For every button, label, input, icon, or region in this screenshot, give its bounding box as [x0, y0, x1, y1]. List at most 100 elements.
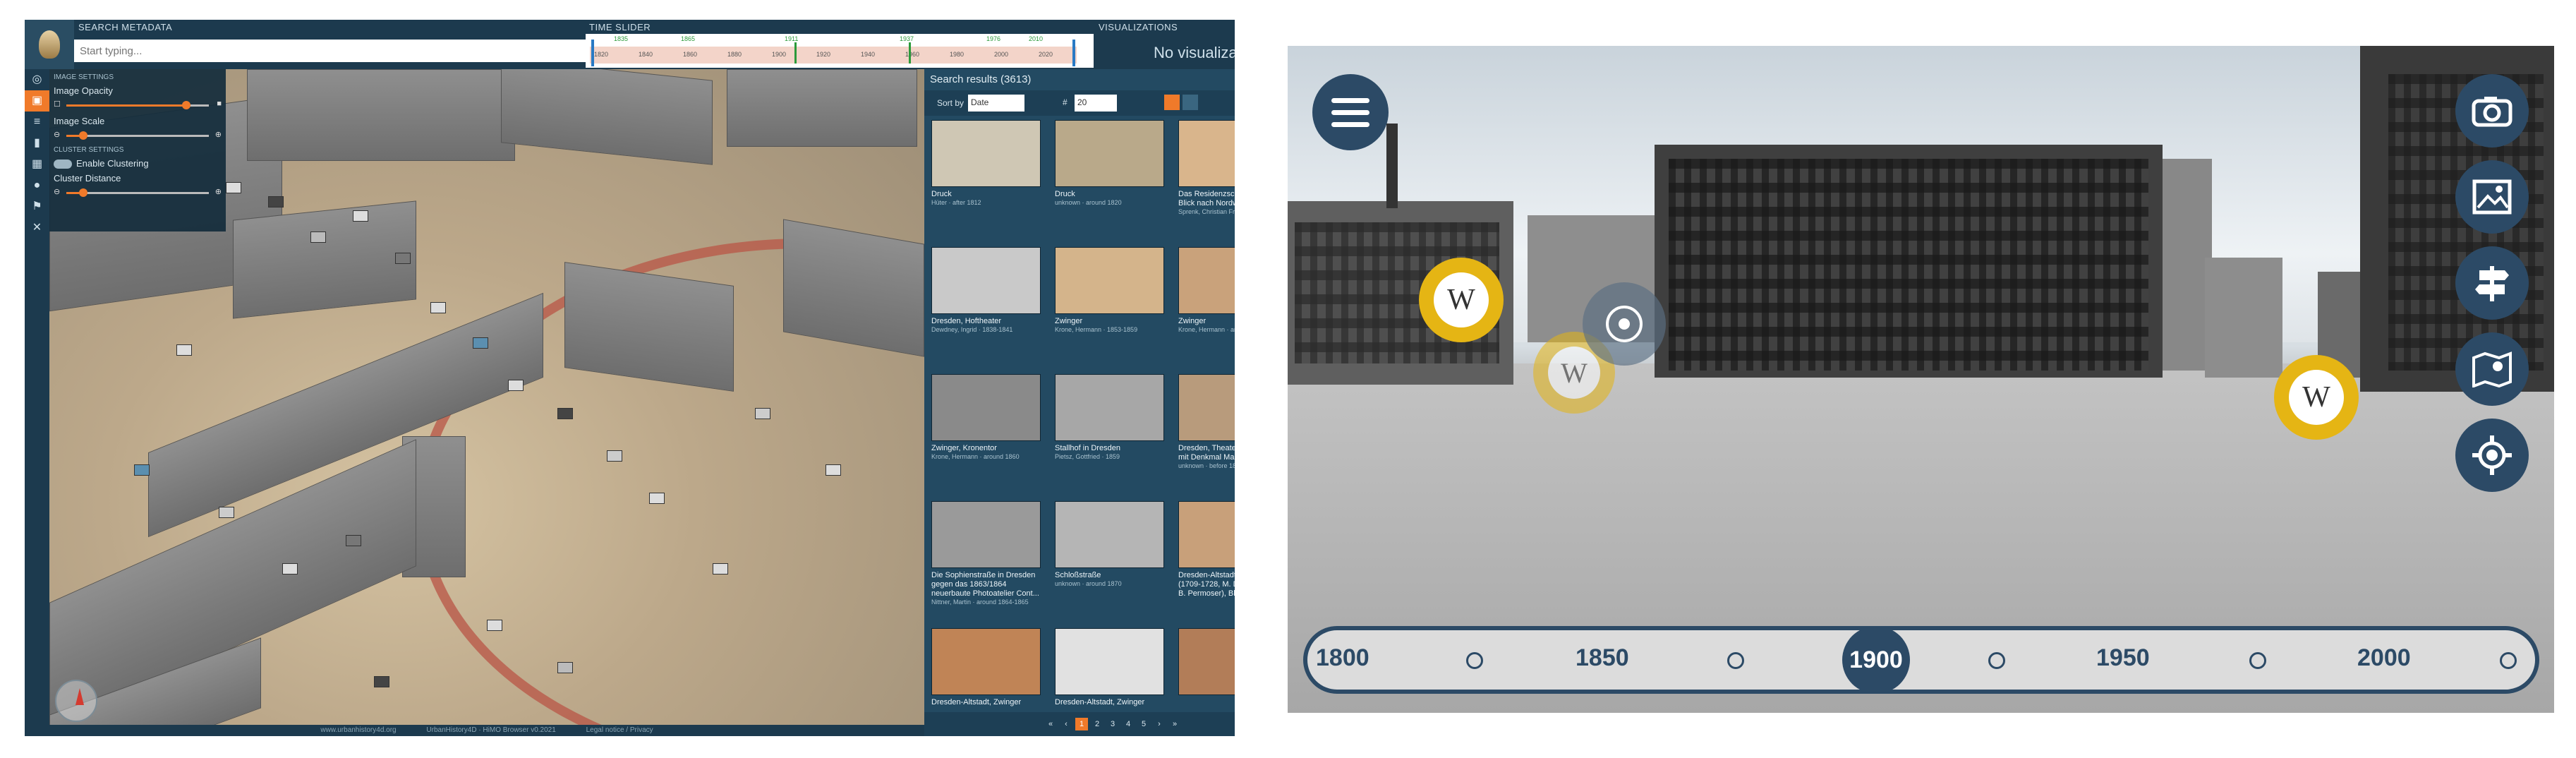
clustering-toggle[interactable] — [54, 160, 72, 169]
photo-marker[interactable] — [713, 563, 728, 574]
sort-select[interactable]: Date — [968, 95, 1024, 112]
timeline-year[interactable]: 2000 — [2357, 644, 2411, 672]
photo-marker[interactable] — [508, 380, 524, 391]
result-thumbnail[interactable] — [1055, 374, 1164, 441]
slider-knob[interactable] — [79, 131, 87, 140]
photo-marker[interactable] — [219, 507, 234, 518]
result-thumbnail[interactable] — [1178, 120, 1235, 187]
photo-marker[interactable] — [473, 337, 488, 349]
result-thumbnail[interactable] — [1055, 120, 1164, 187]
photo-marker[interactable] — [607, 450, 622, 462]
signpost-button[interactable] — [2455, 246, 2529, 320]
photo-marker[interactable] — [649, 493, 665, 504]
compass-tool-icon[interactable]: ◎ — [25, 69, 49, 90]
page-button[interactable]: « — [1044, 718, 1057, 730]
photo-marker[interactable] — [353, 210, 368, 222]
page-button[interactable]: 5 — [1137, 718, 1150, 730]
slider-knob[interactable] — [79, 188, 87, 198]
results-count-select[interactable]: 20 — [1075, 95, 1117, 112]
result-thumbnail[interactable] — [1055, 628, 1164, 695]
result-thumbnail[interactable] — [1178, 628, 1235, 695]
page-button[interactable]: 2 — [1091, 718, 1103, 730]
locate-button[interactable] — [2455, 419, 2529, 492]
pin-tool-icon[interactable]: ● — [25, 175, 49, 196]
result-card[interactable]: ZwingerKrone, Hermann · around — [1178, 247, 1235, 374]
menu-button[interactable] — [1312, 74, 1389, 150]
result-thumbnail[interactable] — [931, 374, 1041, 441]
result-thumbnail[interactable] — [1178, 501, 1235, 568]
layers-tool-icon[interactable]: ≡ — [25, 112, 49, 133]
photo-marker[interactable] — [755, 408, 770, 419]
result-card[interactable]: Dresden, Theaterplatz Bellevue mit Denkm… — [1178, 374, 1235, 501]
photo-marker[interactable] — [226, 182, 241, 193]
photo-marker[interactable] — [557, 408, 573, 419]
result-card[interactable]: Druck unknown · around 1820 — [1055, 120, 1168, 247]
3d-city-view[interactable]: IMAGE SETTINGS Image Opacity ☐ ■ Image S… — [49, 69, 924, 736]
list-view-button[interactable] — [1183, 95, 1198, 110]
footer-link[interactable]: Legal notice / Privacy — [586, 726, 653, 734]
compass-widget[interactable] — [55, 680, 97, 722]
location-target-marker[interactable] — [1583, 282, 1666, 366]
result-thumbnail[interactable] — [931, 628, 1041, 695]
page-button[interactable]: › — [1153, 718, 1166, 730]
result-card[interactable]: Zwinger Krone, Hermann · 1853-1859 — [1055, 247, 1168, 374]
result-thumbnail[interactable] — [1178, 247, 1235, 314]
chart-tool-icon[interactable]: ▮ — [25, 133, 49, 154]
result-card[interactable]: Zwinger, Kronentor Krone, Hermann · aroun… — [931, 374, 1044, 501]
result-thumbnail[interactable] — [1055, 501, 1164, 568]
photo-marker[interactable] — [826, 464, 841, 476]
result-thumbnail[interactable] — [1055, 247, 1164, 314]
page-button[interactable]: 3 — [1106, 718, 1119, 730]
image-opacity-slider[interactable]: ☐ ■ — [54, 99, 222, 112]
grid-view-button[interactable] — [1164, 95, 1180, 110]
slider-handle-end[interactable] — [1072, 40, 1075, 66]
image-button[interactable] — [2455, 160, 2529, 234]
page-button[interactable]: 1 — [1075, 718, 1088, 730]
result-card[interactable]: Dresden-Altstadt, Zwinger (1709-1728, M.… — [1178, 501, 1235, 628]
wikipedia-marker[interactable]: W — [2274, 355, 2359, 440]
map-tool-icon[interactable]: ▦ — [25, 154, 49, 175]
year-timeline[interactable]: 1800 1850 1900 1950 2000 — [1303, 626, 2539, 694]
image-tool-icon[interactable]: ▣ — [25, 90, 49, 112]
photo-marker[interactable] — [176, 344, 192, 356]
page-button[interactable]: 4 — [1122, 718, 1135, 730]
result-card[interactable]: Druck Hüter · after 1812 — [931, 120, 1044, 247]
timeline-active-year[interactable]: 1900 — [1842, 626, 1910, 694]
app-logo[interactable] — [25, 20, 74, 69]
result-card[interactable]: Das Residenzschloss Dresden, Blick nach … — [1178, 120, 1235, 247]
timeline-year[interactable]: 1850 — [1576, 644, 1629, 672]
photo-marker[interactable] — [134, 464, 150, 476]
page-button[interactable]: ‹ — [1060, 718, 1072, 730]
mobile-street-view[interactable]: W W W 1800 1850 1900 1950 2000 — [1288, 46, 2554, 713]
footer-link[interactable]: www.urbanhistory4d.org — [320, 726, 396, 734]
timeline-step[interactable] — [1466, 652, 1483, 669]
photo-marker[interactable] — [374, 676, 389, 687]
slider-knob[interactable] — [182, 101, 191, 109]
timeline-step[interactable] — [2249, 652, 2266, 669]
timeline-year[interactable]: 1800 — [1316, 644, 1369, 672]
map-button[interactable] — [2455, 332, 2529, 406]
result-card[interactable]: Schloßstraße unknown · around 1870 — [1055, 501, 1168, 628]
photo-marker[interactable] — [268, 196, 284, 207]
photo-marker[interactable] — [430, 302, 446, 313]
time-slider[interactable]: 1820 1840 1860 1880 1900 1920 1940 1960 … — [586, 34, 1094, 68]
wikipedia-marker[interactable]: W — [1419, 258, 1504, 342]
photo-marker[interactable] — [282, 563, 298, 574]
camera-button[interactable] — [2455, 74, 2529, 148]
timeline-step[interactable] — [2500, 652, 2517, 669]
result-thumbnail[interactable] — [931, 120, 1041, 187]
photo-marker[interactable] — [395, 253, 411, 264]
result-card[interactable]: Die Sophienstraße in Dresden gegen das 1… — [931, 501, 1044, 628]
cluster-distance-slider[interactable]: ⊖ ⊕ — [54, 186, 222, 199]
photo-marker[interactable] — [346, 535, 361, 546]
settings-tool-icon[interactable]: ✕ — [25, 217, 49, 239]
image-scale-slider[interactable]: ⊖ ⊕ — [54, 129, 222, 142]
search-input[interactable] — [74, 40, 600, 62]
photo-marker[interactable] — [487, 620, 502, 631]
timeline-step[interactable] — [1727, 652, 1744, 669]
slider-handle-start[interactable] — [591, 40, 594, 66]
timeline-step[interactable] — [1988, 652, 2005, 669]
route-tool-icon[interactable]: ⚑ — [25, 196, 49, 217]
result-thumbnail[interactable] — [931, 247, 1041, 314]
photo-marker[interactable] — [557, 662, 573, 673]
